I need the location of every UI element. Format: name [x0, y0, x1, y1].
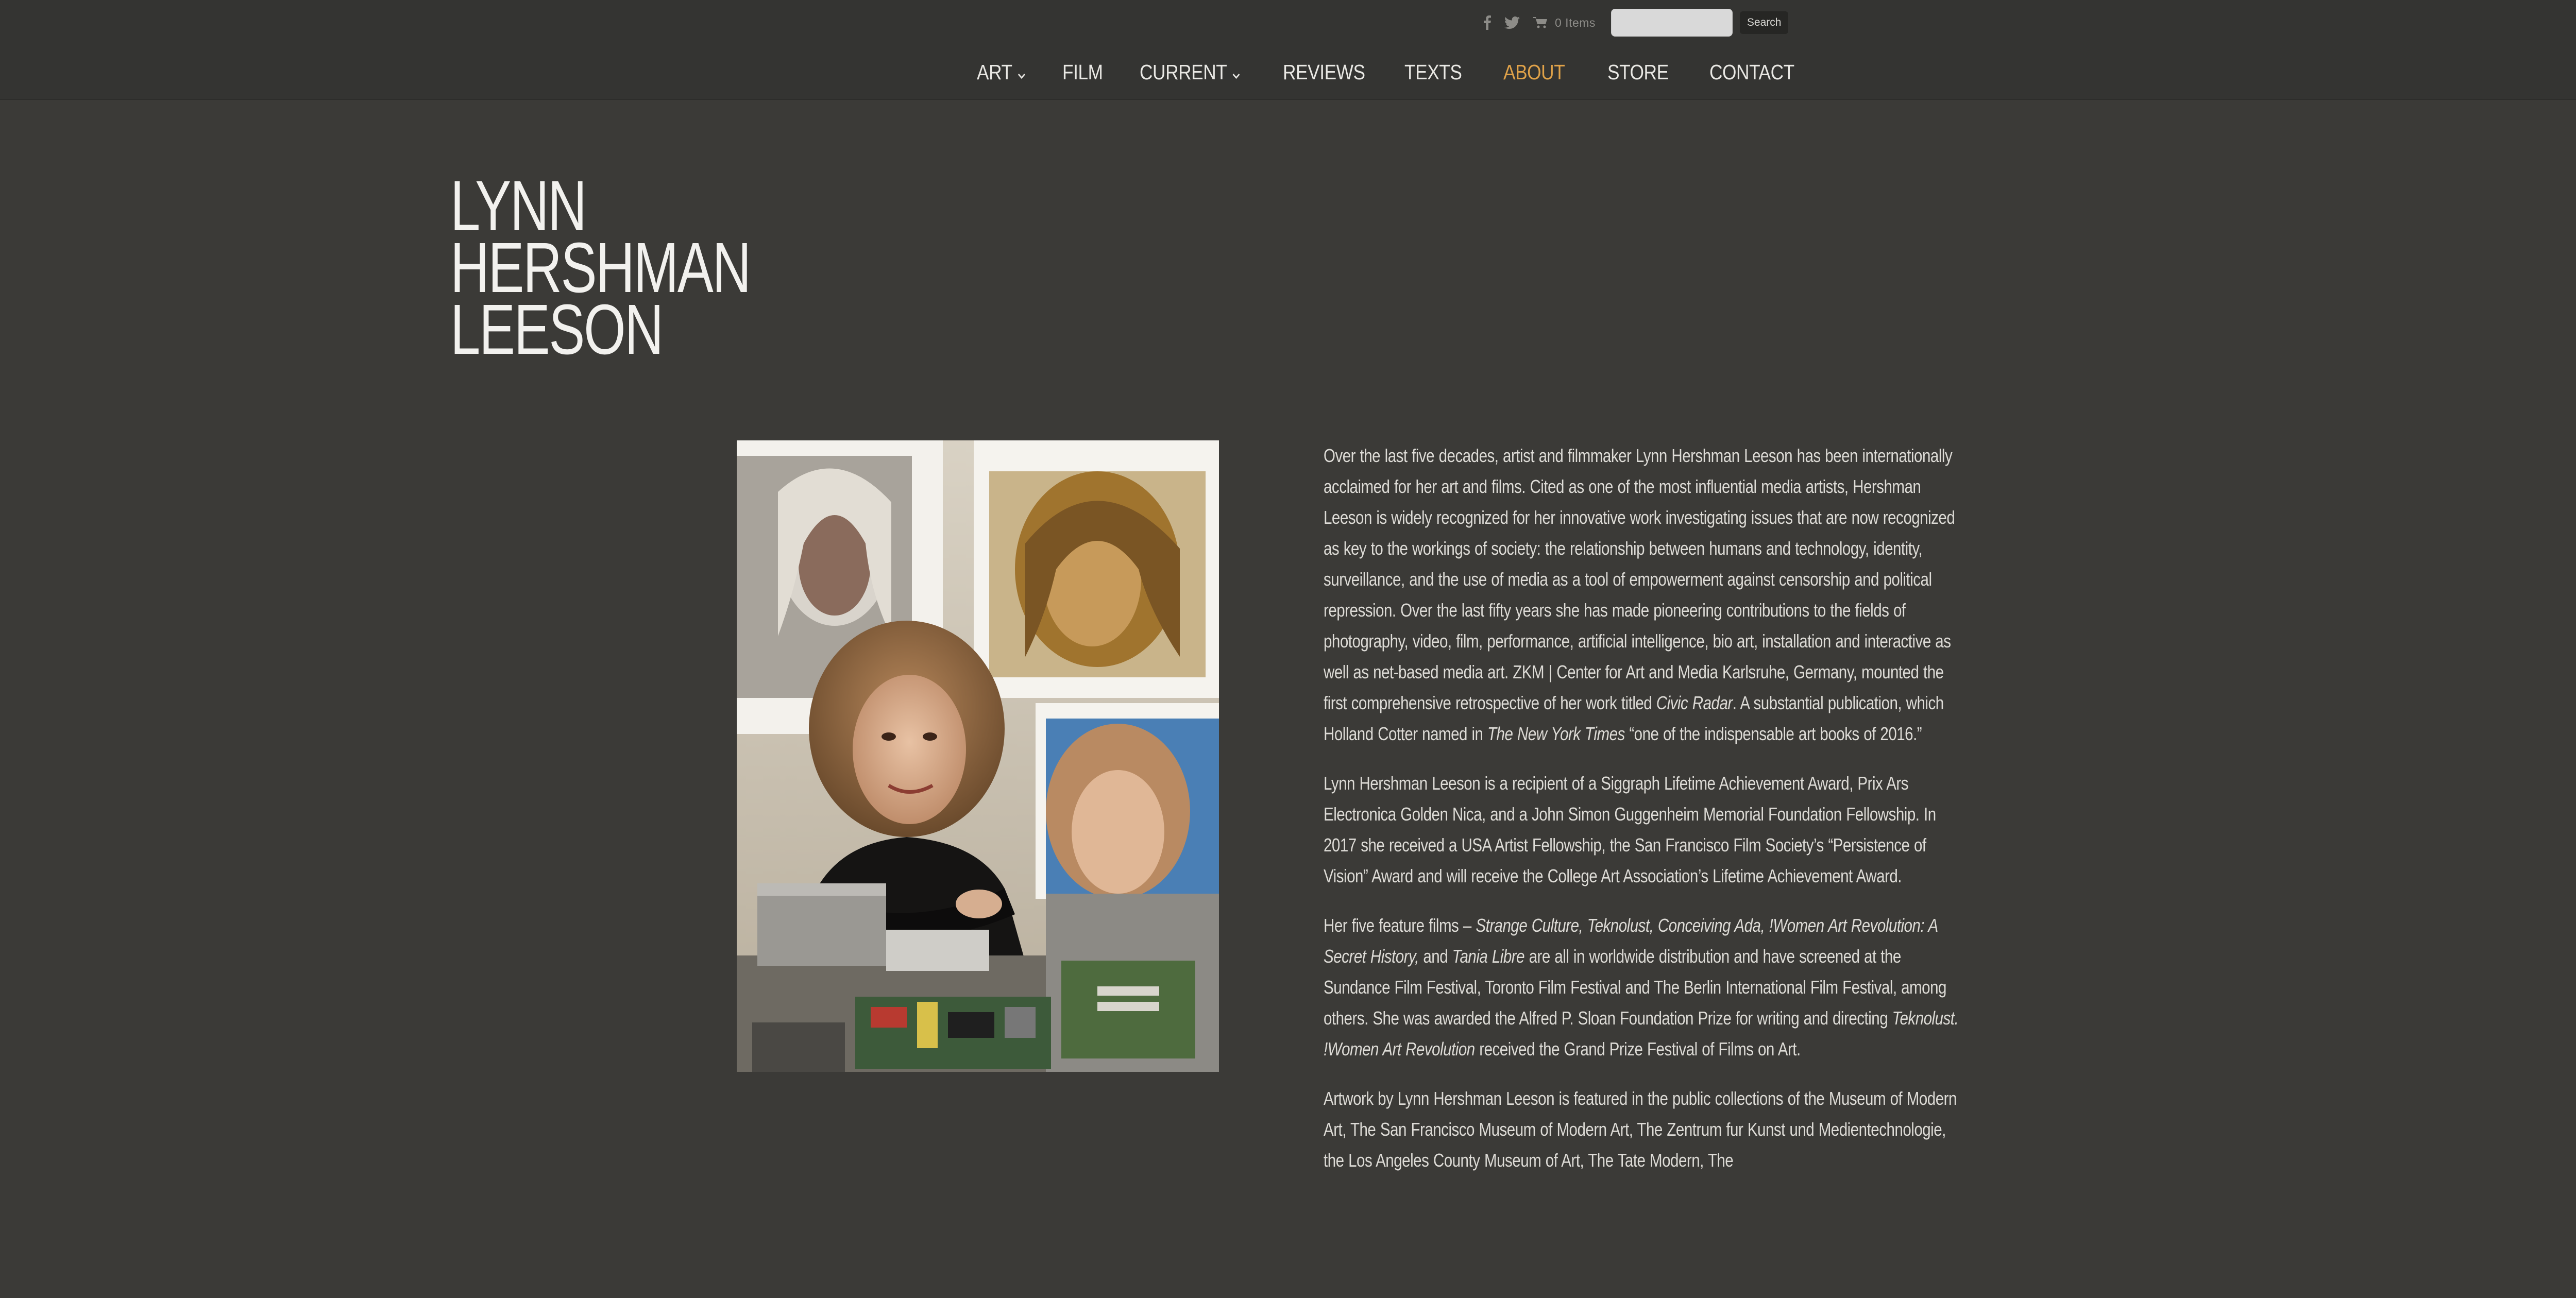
nav-item-film[interactable]: FILM [1062, 60, 1103, 84]
nav-item-store[interactable]: STORE [1607, 60, 1669, 84]
bio-text: Over the last five decades, artist and f… [1324, 445, 1955, 713]
nav-item-label: TEXTS [1404, 60, 1462, 84]
facebook-icon[interactable] [1484, 15, 1491, 30]
bio-paragraph: Over the last five decades, artist and f… [1324, 440, 1965, 749]
bio-paragraph: Her five feature films – Strange Culture… [1324, 910, 1965, 1065]
cart-count[interactable]: 0 Items [1555, 16, 1596, 30]
bio-text: Artwork by Lynn Hershman Leeson is featu… [1324, 1088, 1957, 1171]
nav-item-label: FILM [1062, 60, 1103, 84]
nav-item-label: REVIEWS [1283, 60, 1365, 84]
nav-item-label: ABOUT [1503, 60, 1565, 84]
top-utility-bar: 0 Items Search [1484, 7, 1789, 38]
search-input[interactable] [1611, 9, 1733, 37]
twitter-icon[interactable] [1504, 16, 1520, 29]
cart-icon[interactable] [1533, 16, 1548, 29]
nav-item-label: STORE [1607, 60, 1669, 84]
nav-item-label: CURRENT [1140, 60, 1227, 84]
chevron-down-icon [1018, 60, 1025, 84]
nav-item-texts[interactable]: TEXTS [1404, 60, 1462, 84]
nav-item-contact[interactable]: CONTACT [1709, 60, 1794, 84]
page-title: LYNN HERSHMAN LEESON [450, 166, 751, 369]
bio-italic: Civic Radar [1656, 692, 1733, 713]
nav-item-current[interactable]: CURRENT [1140, 60, 1240, 84]
bio-text: and [1418, 946, 1452, 967]
bio-paragraph: Artwork by Lynn Hershman Leeson is featu… [1324, 1083, 1965, 1176]
biography: Over the last five decades, artist and f… [1324, 440, 1965, 1194]
nav-item-reviews[interactable]: REVIEWS [1283, 60, 1365, 84]
portrait-illustration [737, 440, 1219, 1072]
nav-item-label: CONTACT [1709, 60, 1794, 84]
title-line: LEESON [450, 290, 664, 369]
title-line: HERSHMAN [450, 228, 751, 308]
bio-text: “one of the indispensable art books of 2… [1624, 723, 1922, 744]
title-line: LYNN [450, 166, 587, 246]
bio-paragraph: Lynn Hershman Leeson is a recipient of a… [1324, 768, 1965, 892]
nav-item-about[interactable]: ABOUT [1503, 60, 1565, 84]
nav-item-label: ART [977, 60, 1012, 84]
bio-italic: Tania Libre [1452, 946, 1525, 967]
bio-italic: The New York Times [1487, 723, 1625, 744]
chevron-down-icon [1232, 60, 1240, 84]
bio-text: Her five feature films – [1324, 915, 1476, 936]
artist-portrait-photo [737, 440, 1219, 1072]
main-nav: ART FILM CURRENT REVIEWS TEXTS ABOUT STO… [977, 57, 1794, 88]
bio-text: received the Grand Prize Festival of Fil… [1475, 1038, 1801, 1060]
search-button[interactable]: Search [1739, 11, 1789, 34]
site-header: 0 Items Search ART FILM CURRENT REVIEWS … [0, 0, 2576, 100]
nav-item-art[interactable]: ART [977, 60, 1025, 84]
bio-text: Lynn Hershman Leeson is a recipient of a… [1324, 773, 1936, 886]
